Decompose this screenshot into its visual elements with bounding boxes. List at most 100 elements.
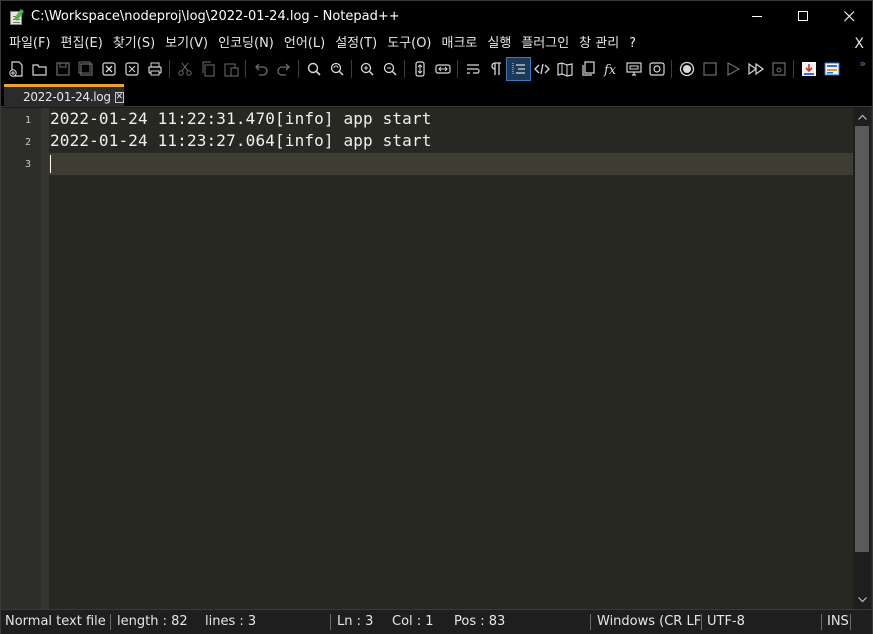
print-button[interactable] xyxy=(143,58,166,80)
fold-margin[interactable] xyxy=(41,108,49,609)
tab-bar: 2022-01-24.log ✕ xyxy=(1,82,872,107)
cut-button[interactable] xyxy=(173,58,196,80)
search-icon xyxy=(307,62,321,76)
record-icon xyxy=(679,61,694,77)
minimize-icon xyxy=(751,16,762,17)
macro-save-button[interactable] xyxy=(767,58,790,80)
stop-icon xyxy=(702,62,717,76)
status-divider xyxy=(110,614,111,630)
code-line[interactable]: 2022-01-24 11:22:31.470[info] app start xyxy=(50,109,432,128)
find-button[interactable] xyxy=(302,58,325,80)
status-col: Col : 1 xyxy=(392,614,434,629)
tab-close-icon[interactable]: ✕ xyxy=(114,91,125,103)
menu-edit[interactable]: 편집(E) xyxy=(53,32,103,56)
menu-window[interactable]: 창 관리 xyxy=(571,32,619,56)
sync-horizontal-scroll-icon xyxy=(434,64,451,74)
notepad-app-icon[interactable] xyxy=(9,8,25,25)
window-title: C:\Workspace\nodeproj\log\2022-01-24.log… xyxy=(31,9,400,24)
menu-file[interactable]: 파일(F) xyxy=(1,32,51,56)
plugin-button-1[interactable] xyxy=(797,58,820,80)
close-document-x[interactable]: X xyxy=(854,32,864,56)
save-all-icon xyxy=(78,61,93,76)
close-all-button[interactable] xyxy=(120,58,143,80)
new-file-button[interactable] xyxy=(5,58,28,80)
sync-horizontal-button[interactable] xyxy=(431,58,454,80)
menu-macro[interactable]: 매크로 xyxy=(434,32,478,56)
save-all-button[interactable] xyxy=(74,58,97,80)
replace-button[interactable] xyxy=(325,58,348,80)
menu-settings[interactable]: 설정(T) xyxy=(327,32,377,56)
indent-guide-icon xyxy=(512,63,525,75)
redo-button[interactable] xyxy=(272,58,295,80)
minimize-button[interactable] xyxy=(734,1,780,32)
toolbar-overflow-chevron[interactable]: » xyxy=(859,57,866,70)
menu-encoding[interactable]: 인코딩(N) xyxy=(210,32,274,56)
scroll-down-arrow[interactable] xyxy=(853,592,871,608)
spy-glass-button[interactable] xyxy=(645,58,668,80)
replace-icon xyxy=(330,62,344,76)
save-button[interactable] xyxy=(51,58,74,80)
sync-vertical-button[interactable] xyxy=(408,58,431,80)
macro-run-multiple-button[interactable] xyxy=(744,58,767,80)
code-line[interactable]: 2022-01-24 11:23:27.064[info] app start xyxy=(50,131,432,150)
pilcrow-icon xyxy=(490,62,501,75)
tab-2022-01-24-log[interactable]: 2022-01-24.log ✕ xyxy=(4,84,125,107)
toolbar-separator xyxy=(351,60,352,78)
macro-play-button[interactable] xyxy=(721,58,744,80)
status-ln: Ln : 3 xyxy=(337,614,374,629)
show-all-characters-button[interactable] xyxy=(484,58,507,80)
close-window-button[interactable] xyxy=(826,1,872,32)
redo-icon xyxy=(276,63,290,76)
close-file-button[interactable] xyxy=(97,58,120,80)
maximize-button[interactable] xyxy=(780,1,826,32)
zoom-out-button[interactable] xyxy=(378,58,401,80)
monitor-button[interactable] xyxy=(622,58,645,80)
menu-tools[interactable]: 도구(O) xyxy=(379,32,431,56)
indent-guide-button[interactable] xyxy=(506,57,531,81)
scrollbar-thumb[interactable] xyxy=(855,126,869,552)
chevron-up-icon xyxy=(857,114,867,120)
copy-button[interactable] xyxy=(196,58,219,80)
text-editor[interactable]: 1 2 3 2022-01-24 11:22:31.470[info] app … xyxy=(1,108,872,609)
close-icon xyxy=(843,11,854,22)
map-icon xyxy=(556,62,573,77)
word-wrap-button[interactable] xyxy=(461,58,484,80)
title-bar: C:\Workspace\nodeproj\log\2022-01-24.log… xyxy=(1,1,872,32)
status-divider xyxy=(590,614,591,630)
menu-help[interactable]: ? xyxy=(621,32,636,56)
document-list-button[interactable] xyxy=(576,58,599,80)
scroll-up-arrow[interactable] xyxy=(853,109,871,125)
toolbar-separator xyxy=(671,60,672,78)
menu-language[interactable]: 언어(L) xyxy=(276,32,325,56)
status-encoding[interactable]: UTF-8 xyxy=(707,610,745,634)
macro-record-button[interactable] xyxy=(675,58,698,80)
status-lines: lines : 3 xyxy=(205,614,257,629)
status-insert-mode[interactable]: INS xyxy=(827,610,849,634)
status-divider xyxy=(821,614,822,630)
status-length: length : 82 xyxy=(117,614,188,629)
function-list-button[interactable]: fx xyxy=(599,58,622,80)
menu-view[interactable]: 보기(V) xyxy=(157,32,208,56)
close-file-icon xyxy=(101,62,116,76)
monitor-icon xyxy=(625,62,642,76)
toolbar-separator xyxy=(245,60,246,78)
open-file-button[interactable] xyxy=(28,58,51,80)
word-wrap-icon xyxy=(466,64,480,74)
paste-button[interactable] xyxy=(219,58,242,80)
menu-run[interactable]: 실행 xyxy=(479,32,511,56)
menu-search[interactable]: 찾기(S) xyxy=(105,32,155,56)
document-map-button[interactable] xyxy=(553,58,576,80)
xml-tags-button[interactable] xyxy=(530,58,553,80)
notepad-plus-plus-window: C:\Workspace\nodeproj\log\2022-01-24.log… xyxy=(0,0,873,634)
zoom-in-button[interactable] xyxy=(355,58,378,80)
vertical-scrollbar[interactable] xyxy=(853,108,871,609)
status-divider xyxy=(850,614,851,630)
plugin-download-icon xyxy=(801,62,816,76)
macro-stop-button[interactable] xyxy=(698,58,721,80)
undo-button[interactable] xyxy=(249,58,272,80)
menu-plugins[interactable]: 플러그인 xyxy=(513,32,569,56)
zoom-out-icon xyxy=(383,62,397,76)
plugin-button-2[interactable] xyxy=(820,58,843,80)
function-icon: fx xyxy=(603,63,617,77)
status-eol-format[interactable]: Windows (CR LF) xyxy=(597,610,701,634)
